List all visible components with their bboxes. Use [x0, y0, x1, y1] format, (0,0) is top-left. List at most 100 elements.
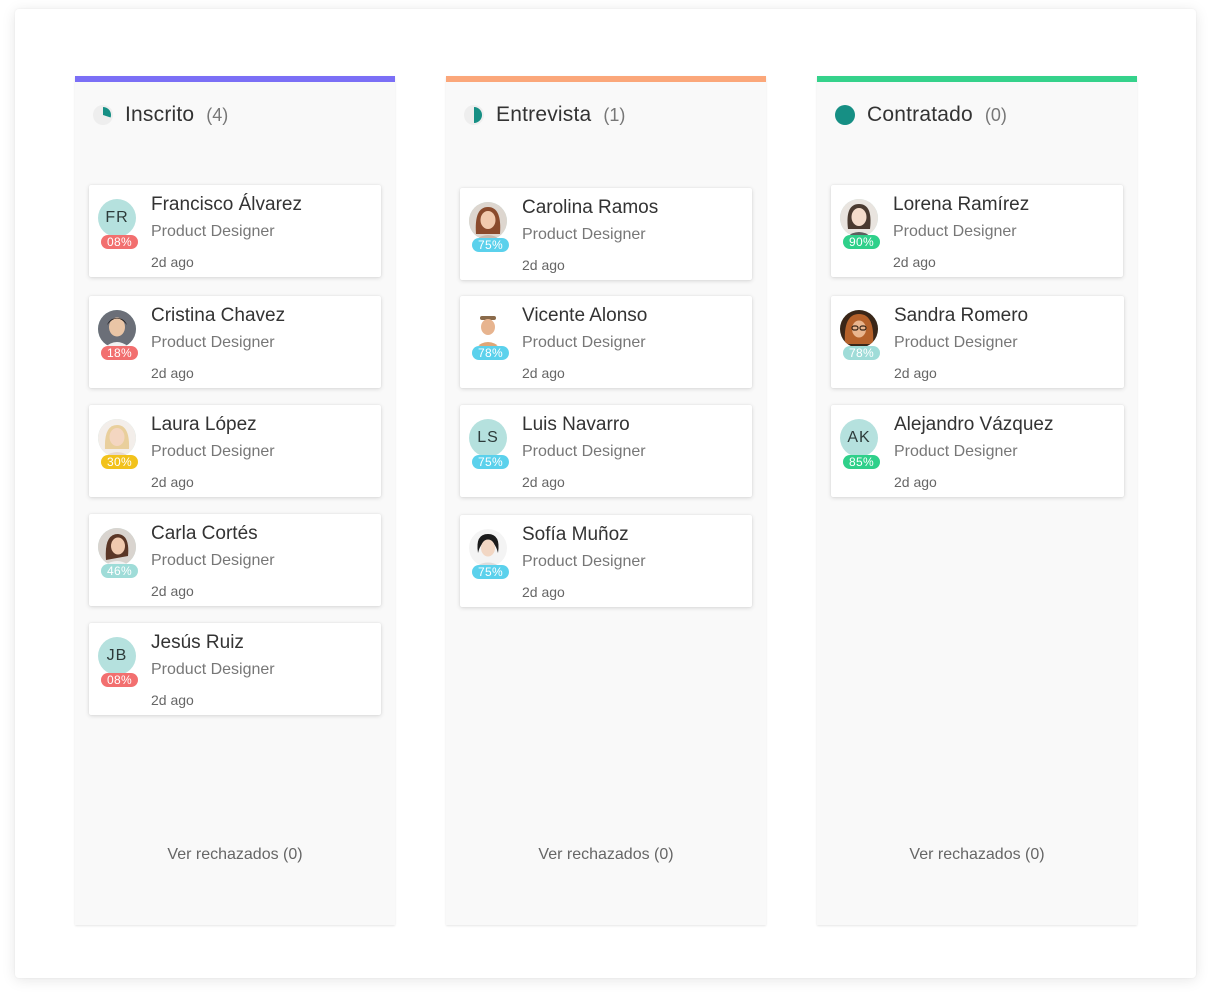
avatar-photo-icon — [469, 529, 507, 567]
column-inscrito: Inscrito (4) FR 08% Francisco Álvarez Pr… — [75, 76, 395, 925]
candidate-role: Product Designer — [522, 226, 646, 243]
avatar-photo-icon — [469, 202, 507, 240]
avatar — [840, 199, 878, 237]
candidate-time: 2d ago — [151, 365, 194, 381]
avatar: JB — [98, 637, 136, 675]
avatar-photo-icon — [840, 199, 878, 237]
candidate-name: Luis Navarro — [522, 414, 630, 435]
avatar-initials: LS — [477, 429, 499, 446]
column-contratado: Contratado (0) 90% Lorena Ramírez Produc… — [817, 76, 1137, 925]
avatar: LS — [469, 419, 507, 457]
candidate-card[interactable]: 30% Laura López Product Designer 2d ago — [89, 405, 381, 497]
candidate-name: Laura López — [151, 414, 257, 435]
column-entrevista: Entrevista (1) 75% Carolina Ramos Produc… — [446, 76, 766, 925]
view-rejected-link[interactable]: Ver rechazados (0) — [75, 846, 395, 864]
candidate-time: 2d ago — [893, 254, 936, 270]
candidate-name: Cristina Chavez — [151, 305, 286, 326]
avatar — [840, 310, 878, 348]
avatar: AK — [840, 419, 878, 457]
candidate-card[interactable]: 46% Carla Cortés Product Designer 2d ago — [89, 514, 381, 606]
avatar — [98, 310, 136, 348]
match-score-badge: 75% — [472, 238, 509, 252]
avatar: FR — [98, 199, 136, 237]
candidate-time: 2d ago — [894, 474, 937, 490]
column-title: Contratado — [867, 103, 973, 126]
avatar — [469, 310, 507, 348]
column-count: (0) — [984, 104, 1007, 125]
candidate-card[interactable]: 18% Cristina Chavez Product Designer 2d … — [89, 296, 381, 388]
column-accent-bar — [446, 76, 766, 82]
match-score-badge: 30% — [101, 455, 138, 469]
match-score-badge: 90% — [843, 235, 880, 249]
candidate-role: Product Designer — [522, 553, 646, 570]
candidate-card[interactable]: AK 85% Alejandro Vázquez Product Designe… — [831, 405, 1124, 497]
column-accent-bar — [75, 76, 395, 82]
column-title: Entrevista — [496, 103, 592, 126]
candidate-card[interactable]: LS 75% Luis Navarro Product Designer 2d … — [460, 405, 752, 497]
candidate-name: Sofía Muñoz — [522, 524, 629, 545]
column-count: (1) — [603, 104, 626, 125]
candidate-time: 2d ago — [151, 474, 194, 490]
candidate-card[interactable]: JB 08% Jesús Ruiz Product Designer 2d ag… — [89, 623, 381, 715]
avatar-initials: JB — [106, 647, 128, 664]
column-accent-bar — [817, 76, 1137, 82]
candidate-time: 2d ago — [522, 584, 565, 600]
candidate-card[interactable]: 90% Lorena Ramírez Product Designer 2d a… — [831, 185, 1123, 277]
candidate-time: 2d ago — [151, 692, 194, 708]
avatar-photo-icon — [98, 419, 136, 457]
column-count: (4) — [206, 104, 229, 125]
candidate-name: Jesús Ruiz — [151, 632, 244, 653]
column-header: Entrevista (1) — [463, 102, 625, 128]
avatar-photo-icon — [840, 310, 878, 348]
candidate-card[interactable]: 75% Carolina Ramos Product Designer 2d a… — [460, 188, 752, 280]
match-score-badge: 85% — [843, 455, 880, 469]
progress-quarter-icon — [93, 105, 113, 125]
avatar — [98, 528, 136, 566]
avatar — [469, 529, 507, 567]
match-score-badge: 78% — [472, 346, 509, 360]
candidate-role: Product Designer — [894, 334, 1018, 351]
avatar-photo-icon — [98, 310, 136, 348]
view-rejected-link[interactable]: Ver rechazados (0) — [446, 846, 766, 864]
avatar-photo-icon — [98, 528, 136, 566]
match-score-badge: 75% — [472, 565, 509, 579]
progress-full-icon — [835, 105, 855, 125]
candidate-role: Product Designer — [151, 552, 275, 569]
candidate-name: Carolina Ramos — [522, 197, 659, 218]
match-score-badge: 46% — [101, 564, 138, 578]
view-rejected-link[interactable]: Ver rechazados (0) — [817, 846, 1137, 864]
candidate-time: 2d ago — [522, 365, 565, 381]
candidate-role: Product Designer — [151, 661, 275, 678]
candidate-time: 2d ago — [894, 365, 937, 381]
avatar-initials: AK — [847, 429, 871, 446]
column-title: Inscrito — [125, 103, 195, 126]
match-score-badge: 18% — [101, 346, 138, 360]
candidate-role: Product Designer — [151, 223, 275, 240]
match-score-badge: 75% — [472, 455, 509, 469]
candidate-card[interactable]: 78% Vicente Alonso Product Designer 2d a… — [460, 296, 752, 388]
avatar-photo-icon — [469, 310, 507, 348]
match-score-badge: 78% — [843, 346, 880, 360]
candidate-role: Product Designer — [522, 443, 646, 460]
candidate-name: Alejandro Vázquez — [894, 414, 1054, 435]
candidate-role: Product Designer — [151, 443, 275, 460]
avatar-initials: FR — [105, 209, 129, 226]
candidate-card[interactable]: 78% Sandra Romero Product Designer 2d ag… — [831, 296, 1124, 388]
progress-half-icon — [464, 105, 484, 125]
candidate-name: Carla Cortés — [151, 523, 258, 544]
candidate-time: 2d ago — [522, 257, 565, 273]
column-header: Contratado (0) — [834, 102, 1007, 128]
candidate-role: Product Designer — [151, 334, 275, 351]
avatar — [98, 419, 136, 457]
pipeline-board: Inscrito (4) FR 08% Francisco Álvarez Pr… — [15, 9, 1196, 978]
candidate-card[interactable]: FR 08% Francisco Álvarez Product Designe… — [89, 185, 381, 277]
candidate-card[interactable]: 75% Sofía Muñoz Product Designer 2d ago — [460, 515, 752, 607]
match-score-badge: 08% — [101, 235, 138, 249]
candidate-time: 2d ago — [522, 474, 565, 490]
candidate-name: Vicente Alonso — [522, 305, 648, 326]
candidate-name: Sandra Romero — [894, 305, 1029, 326]
match-score-badge: 08% — [101, 673, 138, 687]
candidate-role: Product Designer — [894, 443, 1018, 460]
avatar — [469, 202, 507, 240]
candidate-name: Francisco Álvarez — [151, 194, 302, 215]
